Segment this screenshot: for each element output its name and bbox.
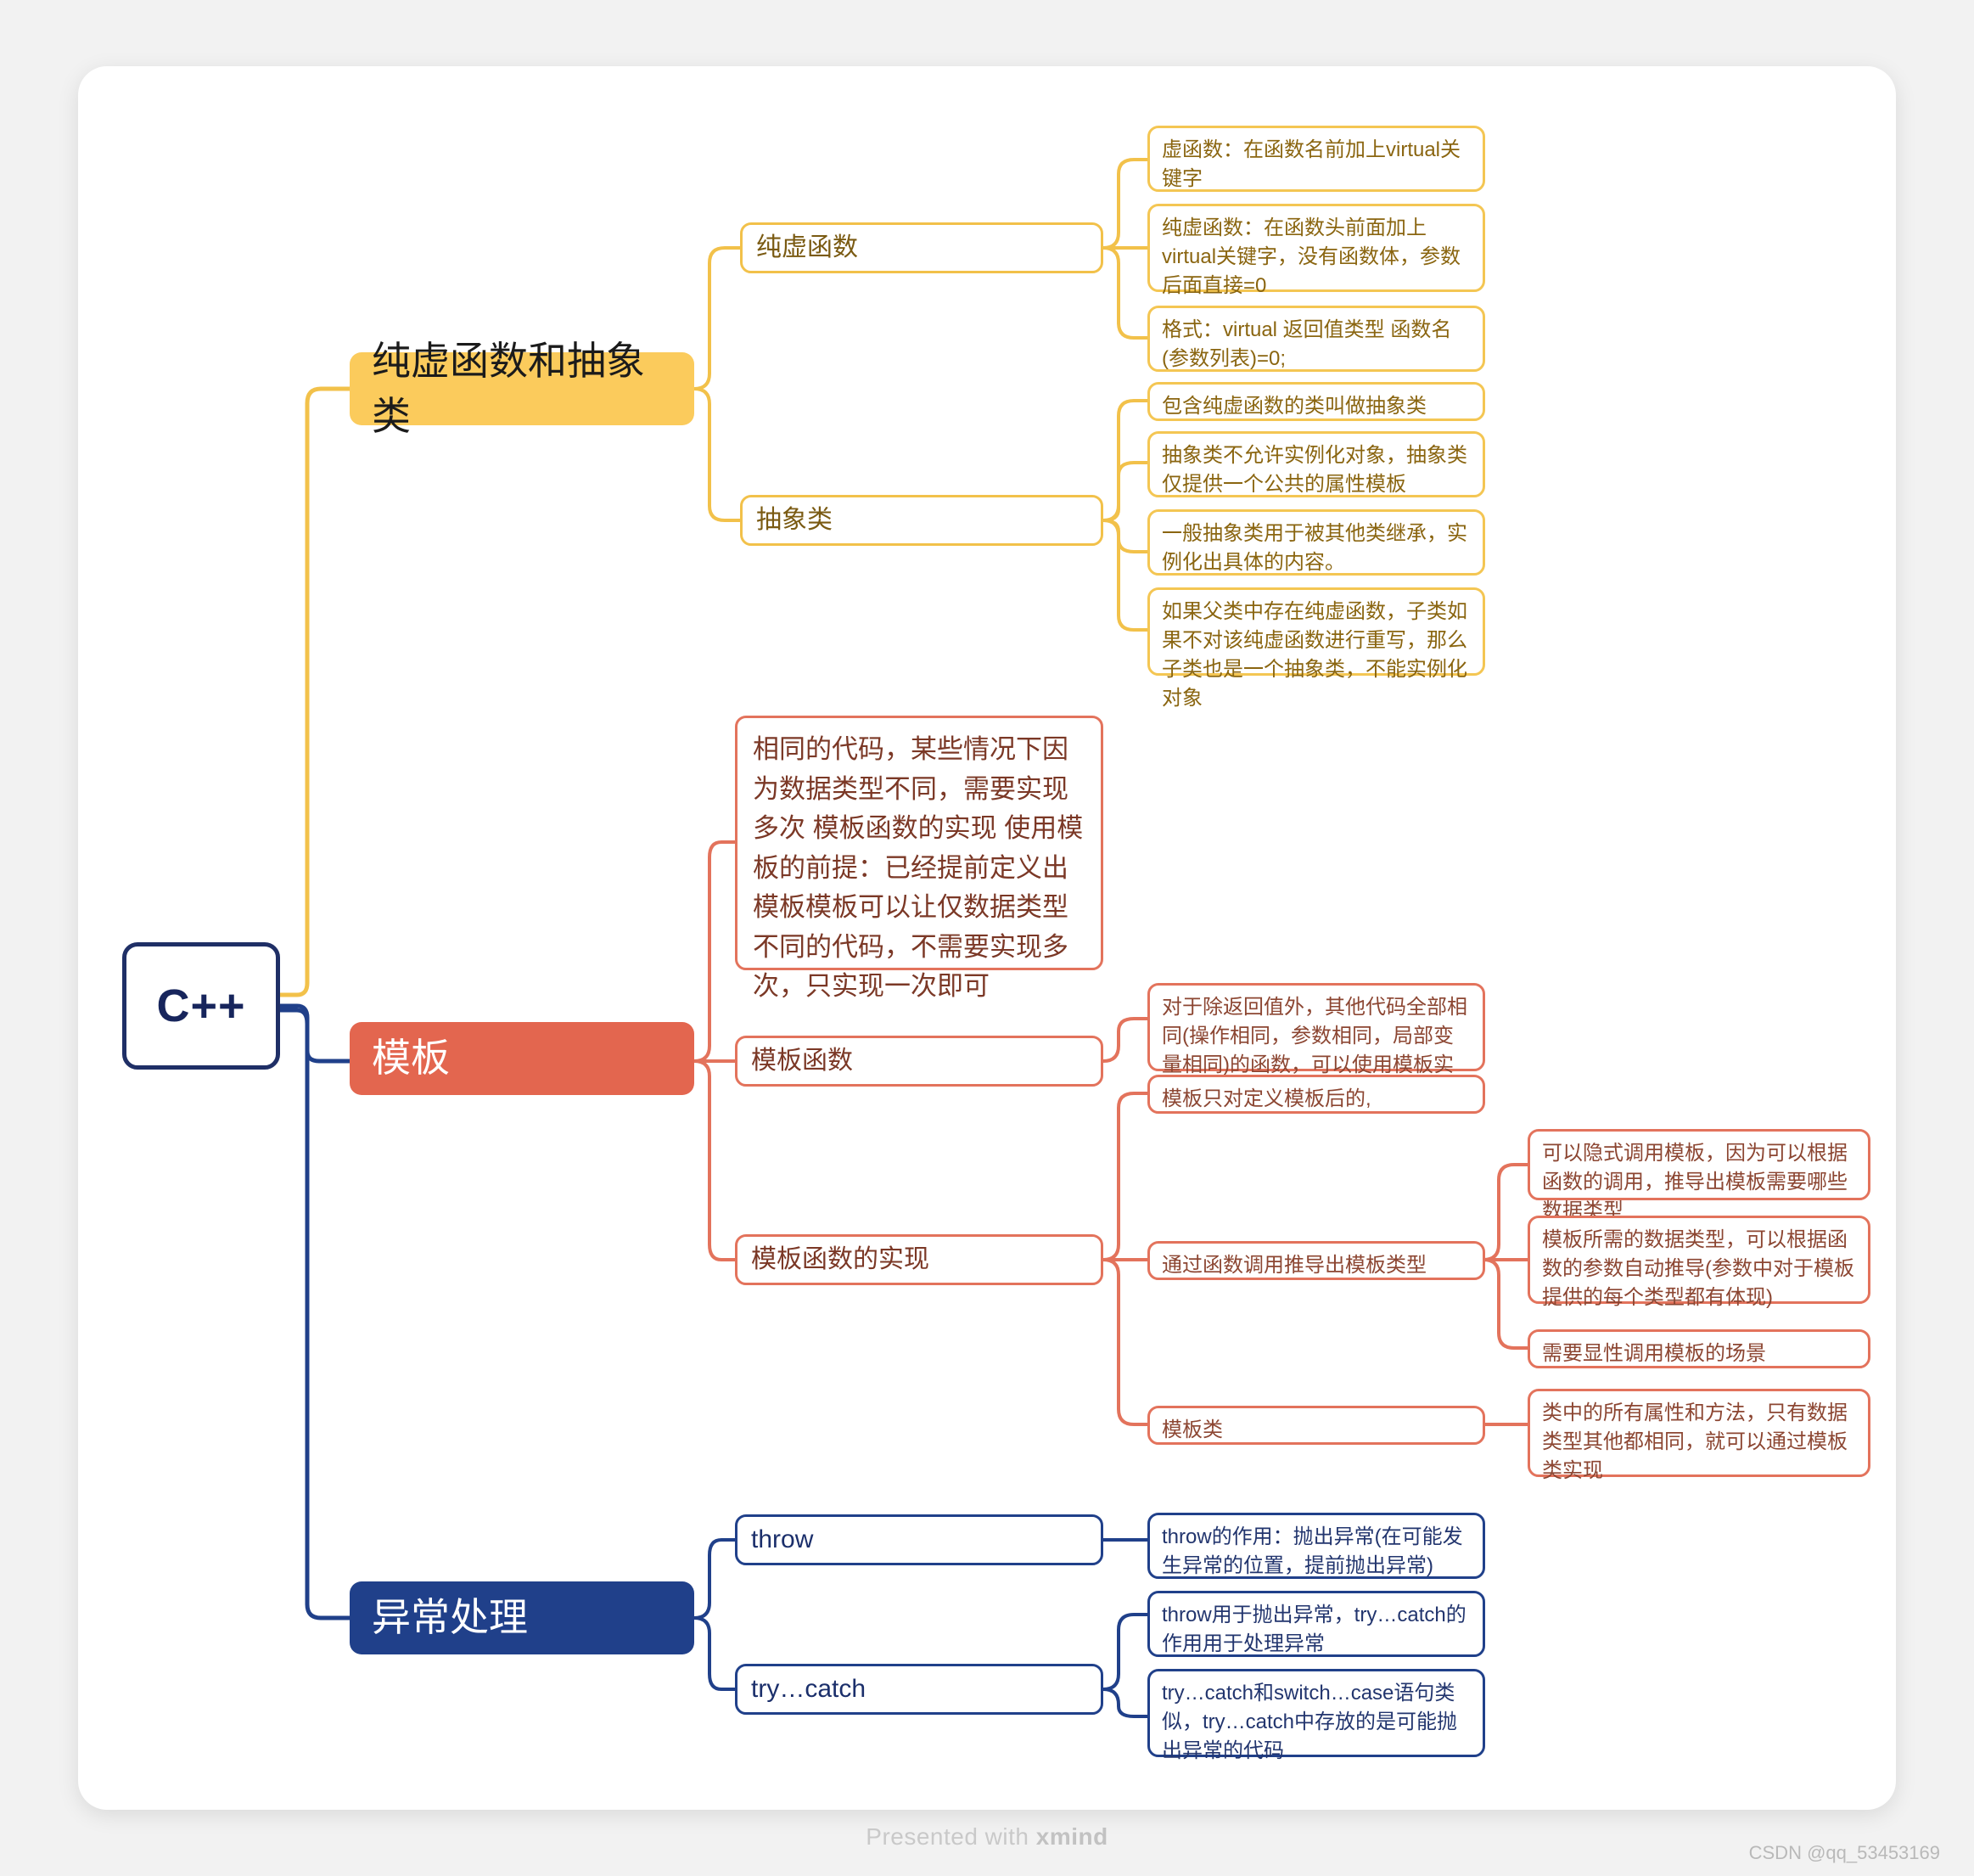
subtopic-label: 抽象类 (756, 505, 833, 534)
xmind-branding: Presented with xmind (0, 1823, 1974, 1851)
subtopic-label: throw (751, 1525, 814, 1553)
subtopic-template-function[interactable]: 模板函数 (735, 1036, 1103, 1087)
topic-pure-virtual[interactable]: 纯虚函数和抽象类 (350, 339, 694, 438)
leaf-abstract-definition[interactable]: 包含纯虚函数的类叫做抽象类 (1147, 382, 1485, 421)
leaf-template-func-reason[interactable]: 对于除返回值外，其他代码全部相同(操作相同，参数相同，局部变量相同)的函数，可以… (1147, 983, 1485, 1105)
leaf-template-after-define[interactable]: 模板只对定义模板后的, (1147, 1075, 1485, 1114)
subtopic-pure-virtual-function[interactable]: 纯虚函数 (740, 222, 1103, 273)
leaf-text: 通过函数调用推导出模板类型 (1162, 1254, 1427, 1277)
subtopic-label: try…catch (751, 1674, 866, 1703)
branding-prefix: Presented with (866, 1823, 1036, 1850)
leaf-text: 纯虚函数：在函数头前面加上virtual关键字，没有函数体，参数后面直接=0 (1162, 216, 1461, 298)
topic-label: 异常处理 (372, 1595, 528, 1640)
root-label: C++ (156, 980, 246, 1031)
subtopic-template-function-impl[interactable]: 模板函数的实现 (735, 1234, 1103, 1285)
leaf-implicit-template-call[interactable]: 可以隐式调用模板，因为可以根据函数的调用，推导出模板需要哪些数据类型 (1528, 1129, 1870, 1222)
leaf-text: 模板所需的数据类型，可以根据函数的参数自动推导(参数中对于模板提供的每个类型都有… (1542, 1228, 1854, 1310)
leaf-text: 可以隐式调用模板，因为可以根据函数的调用，推导出模板需要哪些数据类型 (1542, 1142, 1848, 1223)
leaf-pure-virtual-def[interactable]: 纯虚函数：在函数头前面加上virtual关键字，没有函数体，参数后面直接=0 (1147, 204, 1485, 297)
leaf-text: 格式：virtual 返回值类型 函数名(参数列表)=0; (1162, 318, 1452, 371)
leaf-throw-purpose[interactable]: throw的作用：抛出异常(在可能发生异常的位置，提前抛出异常) (1147, 1513, 1485, 1579)
leaf-text: 一般抽象类用于被其他类继承，实例化出具体的内容。 (1162, 522, 1467, 575)
leaf-text: try…catch和switch…case语句类似，try…catch中存放的是… (1162, 1682, 1458, 1763)
topic-label: 模板 (372, 1036, 450, 1081)
subtopic-label: 模板函数 (751, 1046, 853, 1075)
subtopic-label: 模板函数的实现 (751, 1244, 929, 1273)
leaf-text: throw的作用：抛出异常(在可能发生异常的位置，提前抛出异常) (1162, 1525, 1463, 1578)
leaf-template-class[interactable]: 模板类 (1147, 1406, 1485, 1445)
leaf-template-deduce-by-call[interactable]: 通过函数调用推导出模板类型 (1147, 1241, 1485, 1280)
topic-exception-handling[interactable]: 异常处理 (350, 1581, 694, 1654)
leaf-virtual-func-def[interactable]: 虚函数：在函数名前加上virtual关键字 (1147, 126, 1485, 192)
leaf-text: 模板只对定义模板后的, (1162, 1087, 1371, 1110)
subtopic-label: 纯虚函数 (756, 233, 858, 261)
topic-template[interactable]: 模板 (350, 1022, 694, 1095)
paragraph-text: 相同的代码，某些情况下因为数据类型不同，需要实现多次 模板函数的实现 使用模板的… (753, 734, 1084, 1001)
subtopic-template-intro[interactable]: 相同的代码，某些情况下因为数据类型不同，需要实现多次 模板函数的实现 使用模板的… (735, 716, 1103, 1001)
leaf-throw-vs-trycatch[interactable]: throw用于抛出异常，try…catch的作用用于处理异常 (1147, 1591, 1485, 1657)
branding-name: xmind (1035, 1823, 1108, 1850)
leaf-explicit-template-call[interactable]: 需要显性调用模板的场景 (1528, 1329, 1870, 1368)
csdn-watermark: CSDN @qq_53453169 (1748, 1842, 1940, 1863)
leaf-template-class-desc[interactable]: 类中的所有属性和方法，只有数据类型其他都相同，就可以通过模板类实现 (1528, 1389, 1870, 1482)
root-node[interactable]: C++ (122, 942, 280, 1070)
topic-label: 纯虚函数和抽象类 (372, 338, 645, 438)
leaf-text: 如果父类中存在纯虚函数，子类如果不对该纯虚函数进行重写，那么子类也是一个抽象类，… (1162, 600, 1467, 711)
leaf-text: 虚函数：在函数名前加上virtual关键字 (1162, 138, 1461, 191)
leaf-trycatch-vs-switch[interactable]: try…catch和switch…case语句类似，try…catch中存放的是… (1147, 1669, 1485, 1762)
leaf-text: throw用于抛出异常，try…catch的作用用于处理异常 (1162, 1604, 1466, 1656)
leaf-pure-virtual-format[interactable]: 格式：virtual 返回值类型 函数名(参数列表)=0; (1147, 306, 1485, 372)
leaf-text: 需要显性调用模板的场景 (1542, 1342, 1766, 1365)
leaf-abstract-no-instance[interactable]: 抽象类不允许实例化对象，抽象类仅提供一个公共的属性模板 (1147, 431, 1485, 497)
subtopic-abstract-class[interactable]: 抽象类 (740, 495, 1103, 546)
subtopic-throw[interactable]: throw (735, 1514, 1103, 1565)
leaf-text: 模板类 (1162, 1418, 1223, 1441)
leaf-abstract-inherit[interactable]: 一般抽象类用于被其他类继承，实例化出具体的内容。 (1147, 509, 1485, 576)
mindmap-screenshot: C++ 纯虚函数和抽象类 纯虚函数 抽象类 虚函数：在函数名前加上virtual… (0, 0, 1974, 1876)
leaf-text: 类中的所有属性和方法，只有数据类型其他都相同，就可以通过模板类实现 (1542, 1401, 1848, 1483)
leaf-text: 包含纯虚函数的类叫做抽象类 (1162, 395, 1427, 418)
leaf-auto-deduce-params[interactable]: 模板所需的数据类型，可以根据函数的参数自动推导(参数中对于模板提供的每个类型都有… (1528, 1216, 1870, 1309)
leaf-text: 抽象类不允许实例化对象，抽象类仅提供一个公共的属性模板 (1162, 444, 1467, 497)
subtopic-try-catch[interactable]: try…catch (735, 1664, 1103, 1715)
leaf-abstract-subclass-rule[interactable]: 如果父类中存在纯虚函数，子类如果不对该纯虚函数进行重写，那么子类也是一个抽象类，… (1147, 587, 1485, 710)
